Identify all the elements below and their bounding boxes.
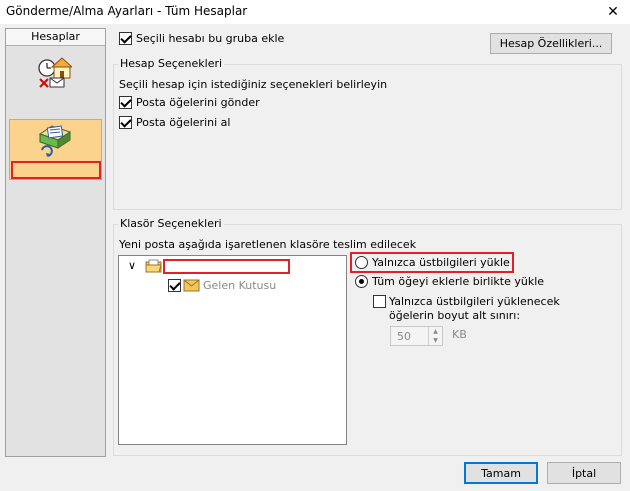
mailbox-name-redacted xyxy=(163,259,290,274)
folder-options-description: Yeni posta aşağıda işaretlenen klasöre t… xyxy=(119,238,417,251)
stepper-arrows-icon[interactable]: ▲ ▼ xyxy=(428,327,442,345)
inbox-label: Gelen Kutusu xyxy=(203,279,277,292)
headers-only-row[interactable]: Yalnızca üstbilgileri yükle xyxy=(355,256,510,269)
size-limit-label-line1: Yalnızca üstbilgileri yüklenecek xyxy=(389,295,560,308)
account-options-description: Seçili hesap için istediğiniz seçenekler… xyxy=(119,78,388,91)
headers-only-radio[interactable] xyxy=(355,256,368,269)
title-bar: Gönderme/Alma Ayarları - Tüm Hesaplar ✕ xyxy=(0,0,630,24)
sidebar-header: Hesaplar xyxy=(6,29,105,46)
sidebar-item-account-selected[interactable] xyxy=(9,119,102,180)
size-limit-value: 50 xyxy=(397,330,411,343)
headers-only-label: Yalnızca üstbilgileri yükle xyxy=(372,256,510,269)
window-title: Gönderme/Alma Ayarları - Tüm Hesaplar xyxy=(6,4,248,18)
cancel-button[interactable]: İptal xyxy=(547,462,621,484)
close-button[interactable]: ✕ xyxy=(596,0,630,24)
account-mail-icon xyxy=(38,125,72,157)
receive-items-label: Posta öğelerini al xyxy=(136,116,231,129)
include-in-group-label: Seçili hesabı bu gruba ekle xyxy=(136,32,285,45)
sidebar-item-group[interactable] xyxy=(36,54,74,90)
full-item-label: Tüm öğeyi eklerle birlikte yükle xyxy=(372,275,545,288)
size-limit-stepper[interactable]: 50 ▲ ▼ xyxy=(390,326,443,346)
tree-collapse-icon[interactable]: ∨ xyxy=(128,259,136,272)
account-properties-button[interactable]: Hesap Özellikleri... xyxy=(490,33,612,54)
send-items-checkbox[interactable] xyxy=(119,96,132,109)
close-icon: ✕ xyxy=(607,4,619,20)
send-items-row[interactable]: Posta öğelerini gönder xyxy=(119,96,260,109)
account-name-redacted xyxy=(11,161,101,179)
receive-items-row[interactable]: Posta öğelerini al xyxy=(119,116,230,129)
include-in-group-checkbox[interactable] xyxy=(119,32,132,45)
full-item-row[interactable]: Tüm öğeyi eklerle birlikte yükle xyxy=(355,275,544,288)
ok-button[interactable]: Tamam xyxy=(464,462,538,484)
send-receive-group-icon xyxy=(38,57,74,88)
accounts-sidebar: Hesaplar xyxy=(5,28,106,457)
inbox-folder-icon xyxy=(183,279,200,292)
size-limit-checkbox[interactable] xyxy=(373,295,386,308)
inbox-checkbox[interactable] xyxy=(168,279,181,292)
size-limit-unit: KB xyxy=(452,328,467,341)
folder-tree[interactable]: ∨ Gelen Kutusu xyxy=(118,255,347,445)
account-options-legend: Hesap Seçenekleri xyxy=(118,57,225,70)
include-in-group-row[interactable]: Seçili hesabı bu gruba ekle xyxy=(119,32,284,45)
folder-options-legend: Klasör Seçenekleri xyxy=(118,217,224,230)
send-items-label: Posta öğelerini gönder xyxy=(136,96,260,109)
full-item-radio[interactable] xyxy=(355,275,368,288)
receive-items-checkbox[interactable] xyxy=(119,116,132,129)
size-limit-label-line2: öğelerin boyut alt sınırı: xyxy=(389,309,521,322)
mailbox-folder-icon xyxy=(145,259,162,273)
